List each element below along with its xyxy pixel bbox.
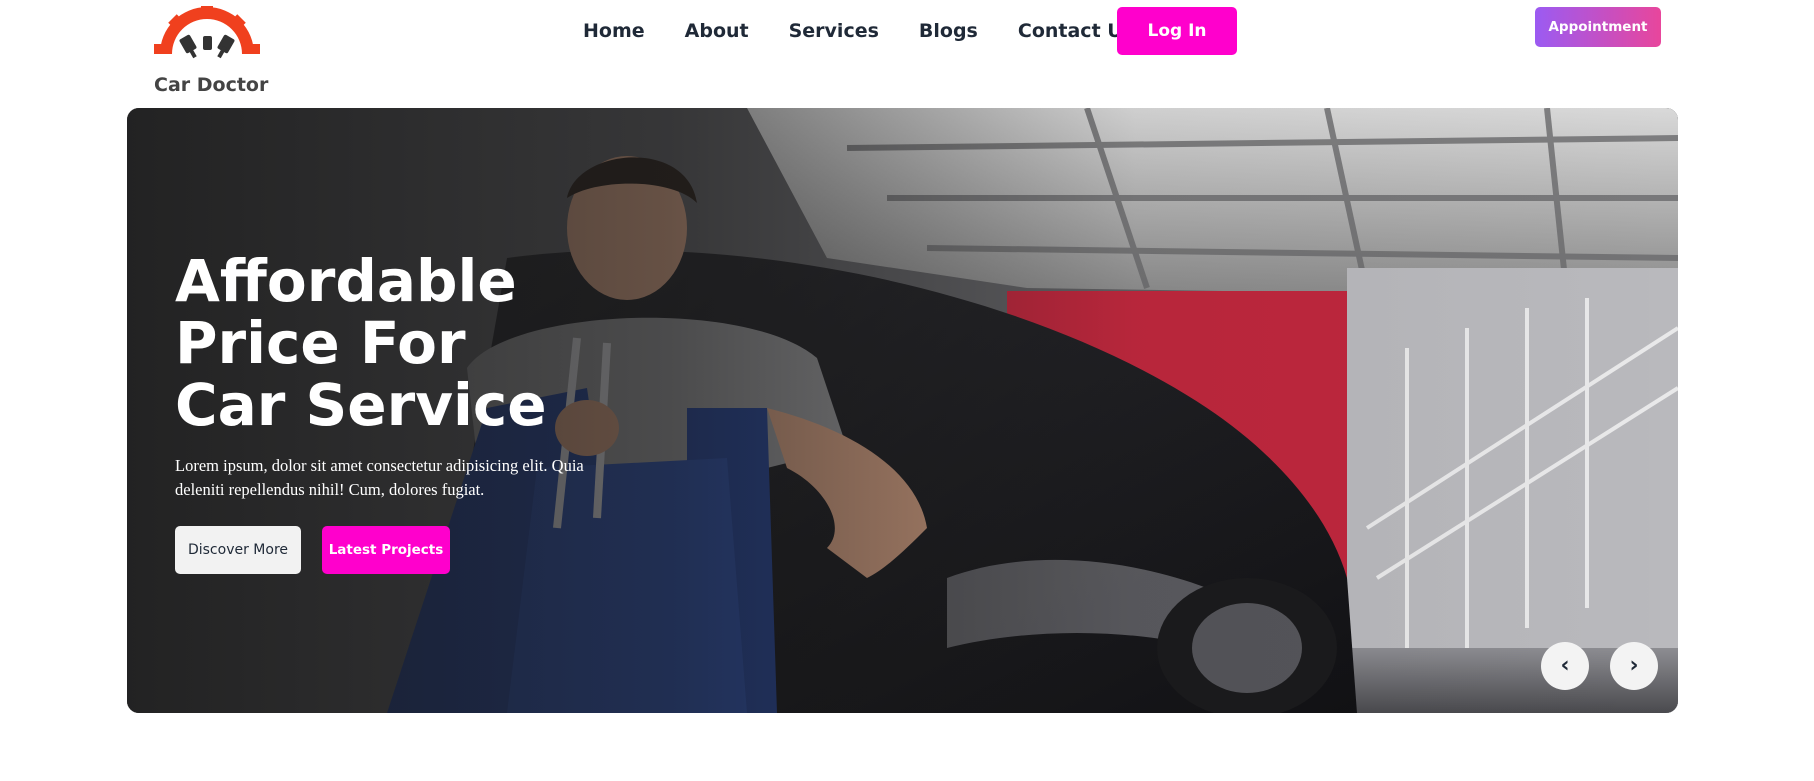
hero-banner: Affordable Price For Car Service Lorem i… <box>127 108 1678 713</box>
nav-item-services[interactable]: Services <box>789 20 879 42</box>
hero-description: Lorem ipsum, dolor sit amet consectetur … <box>175 456 584 499</box>
latest-projects-button[interactable]: Latest Projects <box>322 526 450 574</box>
nav-item-about[interactable]: About <box>685 20 749 42</box>
chevron-left-icon[interactable]: ‹ <box>1541 642 1589 690</box>
nav-item-home[interactable]: Home <box>583 20 645 42</box>
login-button[interactable]: Log In <box>1117 7 1237 55</box>
gear-with-pistons-icon <box>154 6 260 59</box>
appointment-button[interactable]: Appointment <box>1535 7 1661 47</box>
nav-item-blogs[interactable]: Blogs <box>919 20 978 42</box>
hero-title: Affordable Price For Car Service <box>175 247 547 439</box>
main-nav: Home About Services Blogs Contact Us <box>583 16 1134 46</box>
brand-name: Car Doctor <box>154 74 269 96</box>
discover-more-button[interactable]: Discover More <box>175 526 301 574</box>
chevron-right-icon[interactable]: › <box>1610 642 1658 690</box>
brand-logo[interactable]: Car Doctor <box>150 6 270 96</box>
